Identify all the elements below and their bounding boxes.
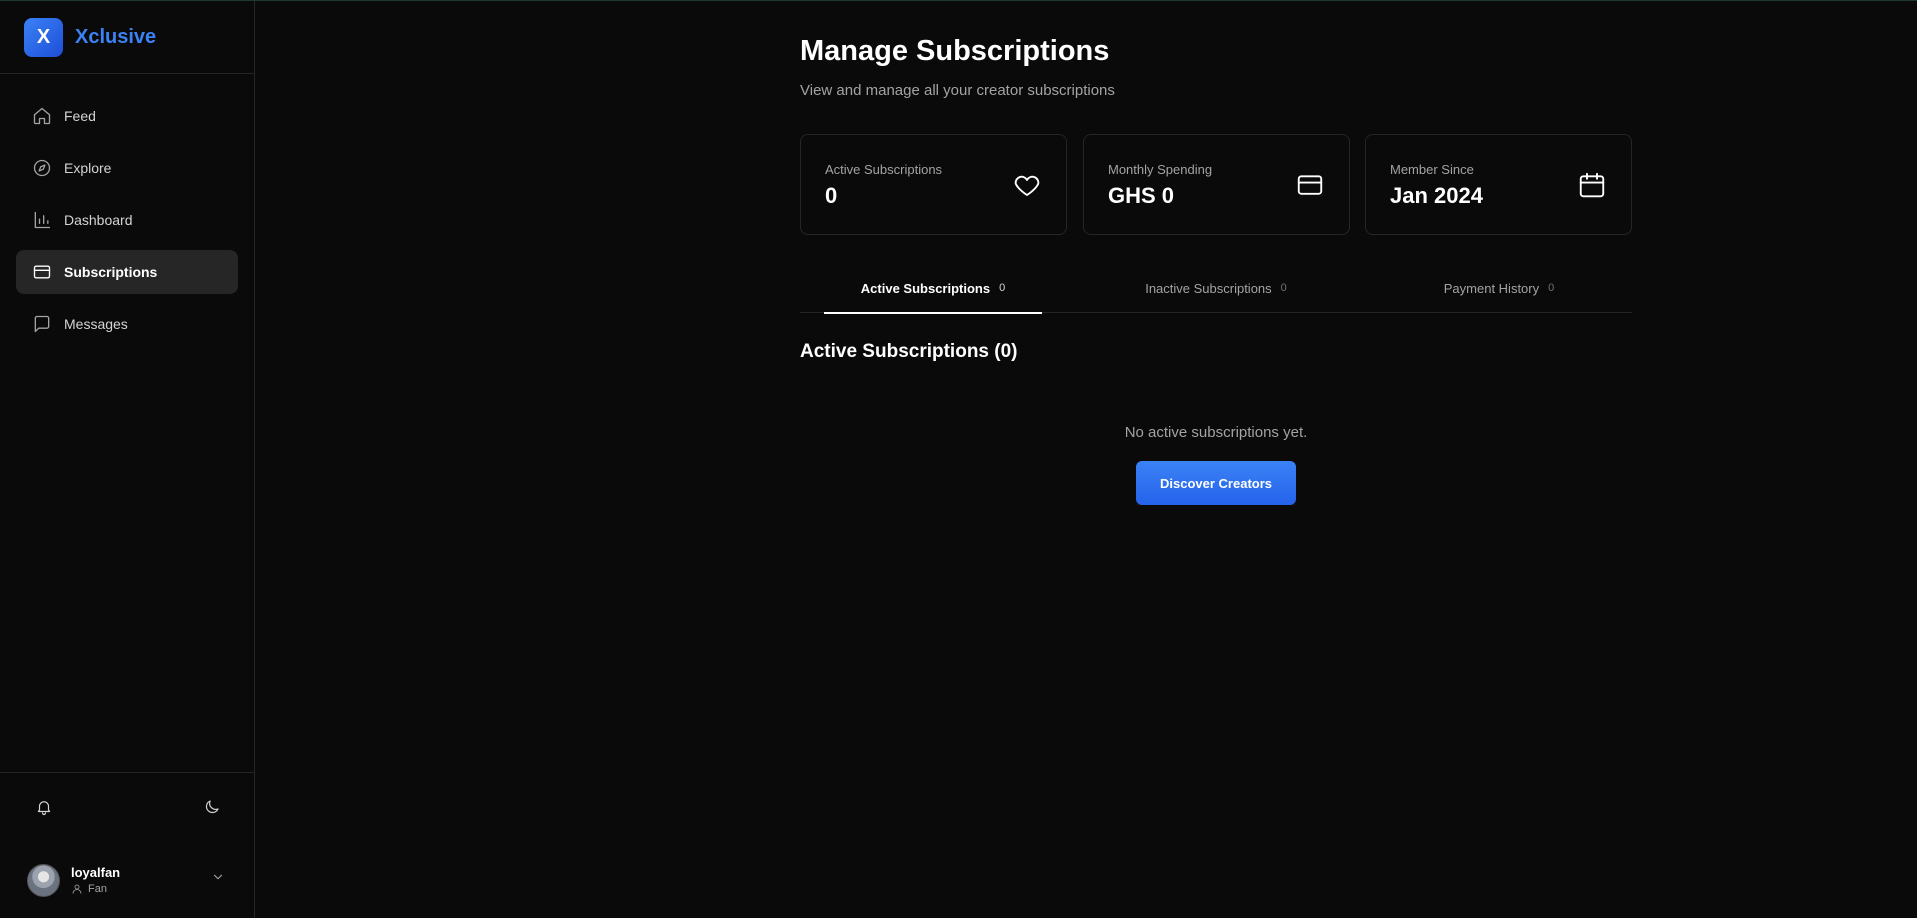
stat-card-member-since: Member Since Jan 2024 — [1365, 134, 1632, 235]
sidebar: X Xclusive Feed Explore Dashboard Subscr… — [0, 1, 255, 918]
credit-card-icon — [32, 262, 52, 282]
stat-label: Monthly Spending — [1108, 162, 1213, 177]
sidebar-item-label: Subscriptions — [64, 264, 158, 280]
sidebar-item-label: Explore — [64, 160, 112, 176]
user-meta: loyalfan Fan — [71, 865, 120, 895]
app-root: X Xclusive Feed Explore Dashboard Subscr… — [0, 0, 1917, 918]
stat-card-monthly-spending: Monthly Spending GHS 0 — [1083, 134, 1350, 235]
tab-count: 0 — [1280, 282, 1287, 294]
footer-actions — [0, 773, 254, 843]
stat-value: GHS 0 — [1108, 183, 1175, 208]
stat-label: Active Subscriptions — [825, 162, 943, 177]
subscription-tabs: Active Subscriptions 0 Inactive Subscrip… — [800, 263, 1632, 314]
tab-inactive-subscriptions[interactable]: Inactive Subscriptions 0 — [1107, 263, 1325, 313]
sidebar-item-messages[interactable]: Messages — [16, 302, 238, 346]
sidebar-item-explore[interactable]: Explore — [16, 146, 238, 190]
sidebar-footer: loyalfan Fan — [0, 772, 254, 918]
brand[interactable]: X Xclusive — [0, 1, 254, 74]
brand-name: Xclusive — [75, 25, 157, 48]
tab-active-subscriptions[interactable]: Active Subscriptions 0 — [824, 263, 1042, 314]
section-title: Active Subscriptions (0) — [800, 341, 1018, 362]
avatar — [27, 863, 60, 897]
empty-state-message: No active subscriptions yet. — [1124, 424, 1308, 441]
chevron-down-icon[interactable] — [211, 870, 227, 886]
home-icon — [32, 106, 52, 126]
tab-count: 0 — [999, 282, 1006, 294]
page-title: Manage Subscriptions — [800, 35, 1110, 67]
message-square-icon — [32, 314, 52, 334]
tab-label: Active Subscriptions — [860, 280, 991, 296]
bar-chart-icon — [32, 210, 52, 230]
user-role-label: Fan — [88, 883, 107, 895]
user-menu[interactable]: loyalfan Fan — [27, 858, 232, 902]
sidebar-item-feed[interactable]: Feed — [16, 94, 238, 138]
bell-icon[interactable] — [35, 798, 55, 818]
tab-count: 0 — [1548, 282, 1555, 294]
moon-icon[interactable] — [203, 798, 223, 818]
sidebar-item-label: Dashboard — [64, 212, 133, 228]
heart-icon — [1012, 170, 1042, 200]
compass-icon — [32, 158, 52, 178]
sidebar-item-dashboard[interactable]: Dashboard — [16, 198, 238, 242]
sidebar-nav: Feed Explore Dashboard Subscriptions Mes… — [16, 94, 238, 354]
user-name: loyalfan — [71, 865, 121, 880]
stats-row: Active Subscriptions 0 Monthly Spending … — [800, 134, 1632, 235]
stat-label: Member Since — [1390, 162, 1474, 177]
user-icon — [72, 884, 82, 894]
credit-card-icon — [1295, 170, 1325, 200]
user-role: Fan — [71, 883, 120, 895]
brand-logo: X — [24, 17, 63, 57]
discover-creators-button[interactable]: Discover Creators — [1136, 461, 1296, 505]
sidebar-item-label: Feed — [64, 108, 96, 124]
tab-label: Inactive Subscriptions — [1145, 280, 1272, 296]
stat-value: 0 — [825, 183, 838, 208]
stat-card-active-subscriptions: Active Subscriptions 0 — [800, 134, 1067, 235]
sidebar-item-subscriptions[interactable]: Subscriptions — [16, 250, 238, 294]
stat-value: Jan 2024 — [1390, 183, 1483, 208]
calendar-icon — [1577, 170, 1607, 200]
tab-payment-history[interactable]: Payment History 0 — [1390, 263, 1608, 313]
tab-label: Payment History — [1443, 280, 1540, 296]
sidebar-item-label: Messages — [64, 316, 128, 332]
page-subtitle: View and manage all your creator subscri… — [800, 82, 1115, 99]
